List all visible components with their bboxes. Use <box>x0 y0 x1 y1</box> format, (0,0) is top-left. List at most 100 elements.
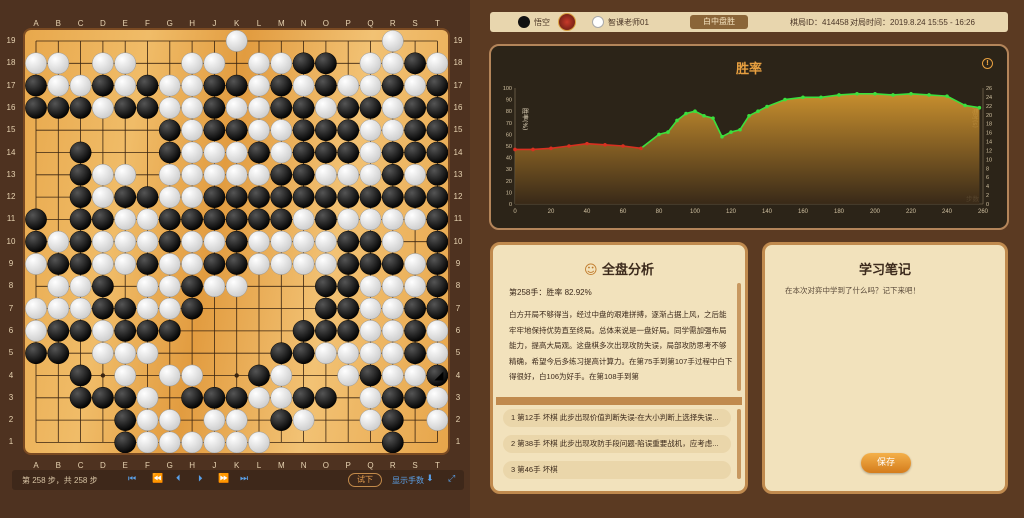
y-right-tick-label: 12 <box>986 148 992 154</box>
analysis-scrollbar[interactable] <box>737 283 741 391</box>
row-label: 6 <box>8 325 14 335</box>
win-rate-point[interactable] <box>927 93 931 97</box>
win-rate-point[interactable] <box>756 109 760 113</box>
next-move-icon[interactable]: ⏵ <box>198 474 203 484</box>
win-rate-point[interactable] <box>567 144 571 148</box>
black-stone-G11 <box>158 208 181 231</box>
prev-move-icon[interactable]: ⏴ <box>176 474 181 484</box>
win-rate-point[interactable] <box>657 132 661 137</box>
x-tick-label: 20 <box>548 209 555 215</box>
win-rate-point[interactable] <box>977 105 982 110</box>
white-stone-M10 <box>270 230 293 253</box>
notes-input[interactable]: 在本次对弈中学到了什么吗？记下来吧！ <box>785 285 920 296</box>
black-stone-D3 <box>92 386 114 409</box>
win-rate-point[interactable] <box>711 116 715 120</box>
win-rate-point[interactable] <box>549 146 553 151</box>
go-board[interactable] <box>25 30 448 453</box>
black-stone-C14 <box>69 141 92 164</box>
black-stone-E6 <box>114 320 137 342</box>
win-rate-point[interactable] <box>639 146 643 151</box>
black-stone-R13 <box>381 163 404 186</box>
win-rate-point[interactable] <box>729 130 733 134</box>
white-stone-H4 <box>181 364 203 387</box>
win-rate-point[interactable] <box>603 143 607 147</box>
win-rate-point[interactable] <box>819 95 823 100</box>
win-rate-point[interactable] <box>675 118 679 123</box>
black-stone-G14 <box>158 141 181 164</box>
win-rate-chart[interactable]: 0 20 40 60 80 100 120 140 160 180 200 220 240 2600102… <box>491 46 1007 228</box>
black-stone-L12 <box>248 186 270 208</box>
col-label: O <box>322 19 329 28</box>
y-tick-label: 30 <box>506 167 512 173</box>
black-stone-G15 <box>158 119 181 142</box>
win-rate-point[interactable] <box>963 103 967 108</box>
white-stone-S8 <box>404 275 426 298</box>
white-stone-Q2 <box>359 409 382 431</box>
last-move-icon[interactable]: ⏭ <box>240 474 248 484</box>
win-rate-point[interactable] <box>855 92 859 96</box>
row-label: 14 <box>453 147 463 157</box>
white-stone-Q5 <box>359 342 382 365</box>
win-rate-point[interactable] <box>585 141 589 146</box>
col-label: S <box>412 19 418 28</box>
fast-forward-icon[interactable]: ⏩ <box>218 474 229 484</box>
black-stone-E12 <box>114 186 137 208</box>
save-button[interactable]: 保存 <box>861 453 911 473</box>
col-label: K <box>234 19 240 28</box>
white-stone-Q11 <box>359 208 382 231</box>
download-icon[interactable]: ⬇ <box>426 474 434 484</box>
win-rate-point[interactable] <box>738 127 742 132</box>
white-stone-H9 <box>181 253 203 275</box>
list-scrollbar[interactable] <box>737 409 741 479</box>
white-stone-G16 <box>158 97 181 119</box>
white-stone-O10 <box>315 230 337 253</box>
white-stone-F11 <box>136 208 159 231</box>
try-button[interactable]: 试下 <box>348 473 382 487</box>
win-rate-point[interactable] <box>891 93 895 97</box>
list-item[interactable]: 3 第46手 坏棋 <box>503 461 731 479</box>
black-stone-T8 <box>426 275 448 298</box>
black-stone-K10 <box>225 230 248 253</box>
win-rate-point[interactable] <box>801 95 805 100</box>
rewind-icon[interactable]: ⏪ <box>152 474 163 484</box>
win-rate-point[interactable] <box>837 93 841 97</box>
x-tick-label: 100 <box>690 209 701 215</box>
white-stone-G17 <box>158 74 181 97</box>
white-stone-N2 <box>292 409 315 431</box>
win-rate-point[interactable] <box>720 134 724 139</box>
win-rate-point[interactable] <box>621 144 625 148</box>
list-item[interactable]: 2 第38手 坏棋 此步出现攻防手段问题-陷误重要战机，应考虑... <box>503 435 731 453</box>
win-rate-point[interactable] <box>666 130 670 134</box>
win-rate-point[interactable] <box>873 92 877 96</box>
win-rate-point[interactable] <box>765 104 769 109</box>
black-stone-P14 <box>337 141 360 164</box>
win-rate-point[interactable] <box>531 147 535 152</box>
game-result-badge: 白中盘胜 <box>690 15 748 29</box>
list-item[interactable]: 1 第12手 坏棋 此步出现价值判断失误-在大小判断上选择失误... <box>503 409 731 427</box>
win-rate-point[interactable] <box>702 114 706 118</box>
win-rate-point[interactable] <box>783 97 787 102</box>
first-move-icon[interactable]: ⏮ <box>128 474 136 484</box>
row-label: 1 <box>8 437 14 447</box>
row-label: 18 <box>453 58 463 68</box>
white-stone-H16 <box>181 97 203 119</box>
black-stone-N3 <box>292 386 315 409</box>
row-label: 17 <box>453 80 463 90</box>
x-tick-label: 120 <box>726 209 737 215</box>
win-rate-point[interactable] <box>684 111 688 116</box>
win-rate-point[interactable] <box>945 94 949 98</box>
fullscreen-icon[interactable]: ⤢ <box>448 474 455 484</box>
win-rate-point[interactable] <box>513 147 517 152</box>
show-moves-toggle[interactable]: 显示手数 <box>392 475 424 486</box>
black-stone-P15 <box>337 119 360 142</box>
win-rate-point[interactable] <box>693 109 697 113</box>
white-stone-S9 <box>404 253 426 275</box>
win-rate-point[interactable] <box>747 114 751 118</box>
y-right-tick-label: 8 <box>986 166 989 172</box>
black-stone-O17 <box>315 74 337 97</box>
win-rate-point[interactable] <box>909 92 913 96</box>
black-stone-N6 <box>292 320 315 342</box>
board-grid[interactable] <box>25 30 448 453</box>
black-stone-N13 <box>292 163 315 186</box>
white-stone-Q7 <box>359 297 382 320</box>
